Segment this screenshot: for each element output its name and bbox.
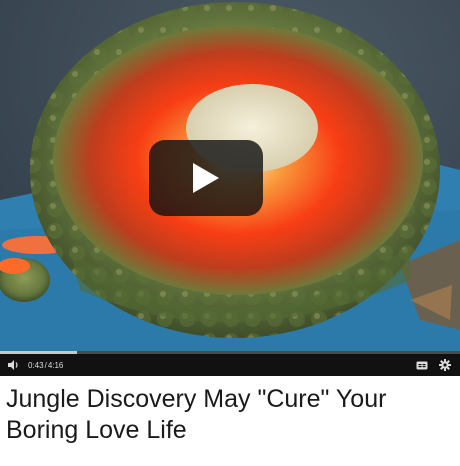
time-separator: / xyxy=(44,360,47,370)
time-display: 0:43 / 4:16 xyxy=(28,354,63,376)
title-line-1: Jungle Discovery May "Cure" Your xyxy=(6,385,387,413)
play-icon xyxy=(193,163,219,193)
settings-icon xyxy=(439,359,451,371)
captions-icon xyxy=(416,361,428,369)
captions-button[interactable] xyxy=(416,354,428,376)
duration: 4:16 xyxy=(47,360,64,370)
video-title-link[interactable]: Jungle Discovery May "Cure" Your Boring … xyxy=(6,384,454,446)
volume-icon xyxy=(8,360,18,370)
play-button[interactable] xyxy=(149,140,263,216)
control-bar: 0:43 / 4:16 xyxy=(0,354,460,376)
title-line-2: Boring Love Life xyxy=(6,416,187,444)
settings-button[interactable] xyxy=(439,354,451,376)
volume-button[interactable] xyxy=(8,354,20,376)
video-player[interactable]: 0:43 / 4:16 xyxy=(0,0,460,376)
current-time: 0:43 xyxy=(28,360,44,370)
